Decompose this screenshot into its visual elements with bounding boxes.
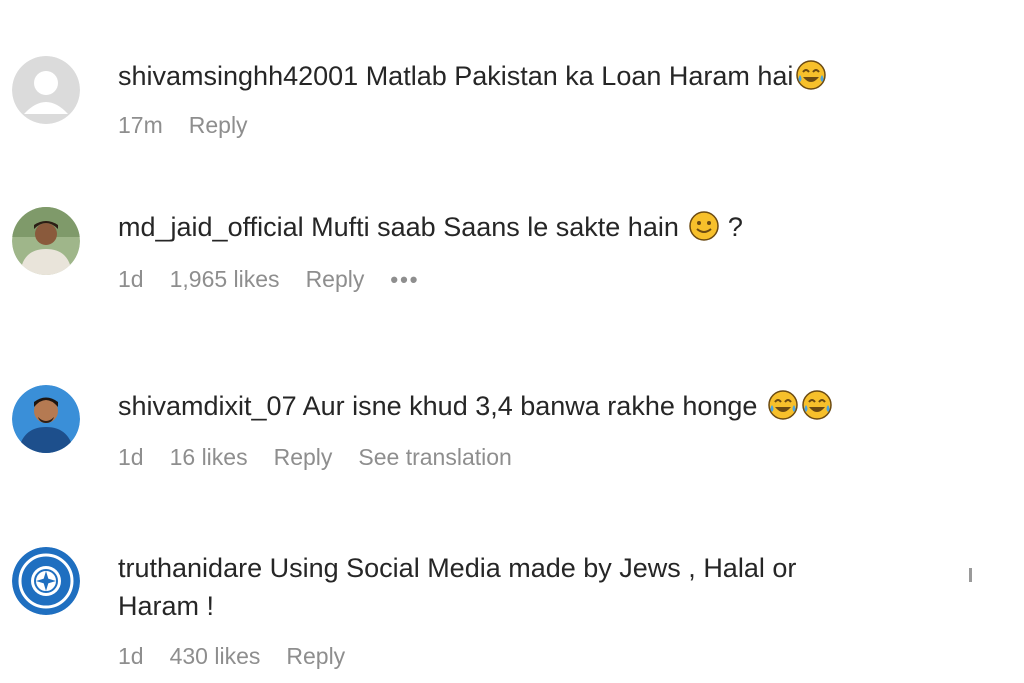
- default-avatar-icon: [12, 56, 80, 124]
- comment-meta: 1d 430 likes Reply: [118, 643, 371, 670]
- comment-line: shivamdixit_07 Aur isne khud 3,4 banwa r…: [118, 387, 833, 425]
- comment-line: shivamsinghh42001 Matlab Pakistan ka Loa…: [118, 57, 827, 95]
- tears-of-joy-emoji-icon: [801, 389, 833, 421]
- comment-time: 17m: [118, 112, 163, 138]
- see-translation-button[interactable]: See translation: [358, 444, 511, 471]
- comment-username[interactable]: truthanidare: [118, 553, 262, 583]
- comment-time: 1d: [118, 266, 144, 292]
- tears-of-joy-emoji-icon: [767, 389, 799, 421]
- comment-username[interactable]: md_jaid_official: [118, 212, 304, 242]
- comment-text: Mufti saab Saans le sakte hain: [311, 212, 679, 242]
- reply-button[interactable]: Reply: [286, 643, 345, 670]
- comment-meta: 1d 16 likes Reply See translation: [118, 444, 538, 471]
- comment-line: truthanidare Using Social Media made by …: [118, 549, 878, 625]
- comment-line: md_jaid_official Mufti saab Saans le sak…: [118, 208, 743, 246]
- tears-of-joy-emoji-icon: [795, 59, 827, 91]
- comment-username[interactable]: shivamdixit_07: [118, 391, 297, 421]
- avatar-default[interactable]: [12, 56, 80, 124]
- avatar-shivamdixit[interactable]: [12, 385, 80, 453]
- comment-meta: 17m Reply: [118, 112, 274, 139]
- more-options-icon[interactable]: •••: [390, 267, 419, 293]
- comment-time: 1d: [118, 643, 144, 669]
- truth-dare-logo-icon: [12, 547, 80, 615]
- comment-text: Matlab Pakistan ka Loan Haram hai: [365, 61, 794, 91]
- reply-button[interactable]: Reply: [306, 266, 365, 293]
- likes-count[interactable]: 1,965 likes: [170, 266, 280, 293]
- comment-meta: 1d 1,965 likes Reply •••: [118, 266, 445, 293]
- user-photo-icon: [12, 207, 80, 275]
- slight-smile-emoji-icon: [688, 210, 720, 242]
- user-photo-icon: [12, 385, 80, 453]
- reply-button[interactable]: Reply: [189, 112, 248, 139]
- comment-text-suffix: ?: [727, 212, 743, 242]
- comment-time: 1d: [118, 444, 144, 470]
- avatar-md-jaid[interactable]: [12, 207, 80, 275]
- likes-count[interactable]: 430 likes: [170, 643, 261, 670]
- likes-count[interactable]: 16 likes: [170, 444, 248, 471]
- reply-button[interactable]: Reply: [274, 444, 333, 471]
- comment-text: Aur isne khud 3,4 banwa rakhe honge: [302, 391, 758, 421]
- avatar-truthanidare[interactable]: [12, 547, 80, 615]
- comment-username[interactable]: shivamsinghh42001: [118, 61, 358, 91]
- scroll-edge-marker: [969, 568, 972, 582]
